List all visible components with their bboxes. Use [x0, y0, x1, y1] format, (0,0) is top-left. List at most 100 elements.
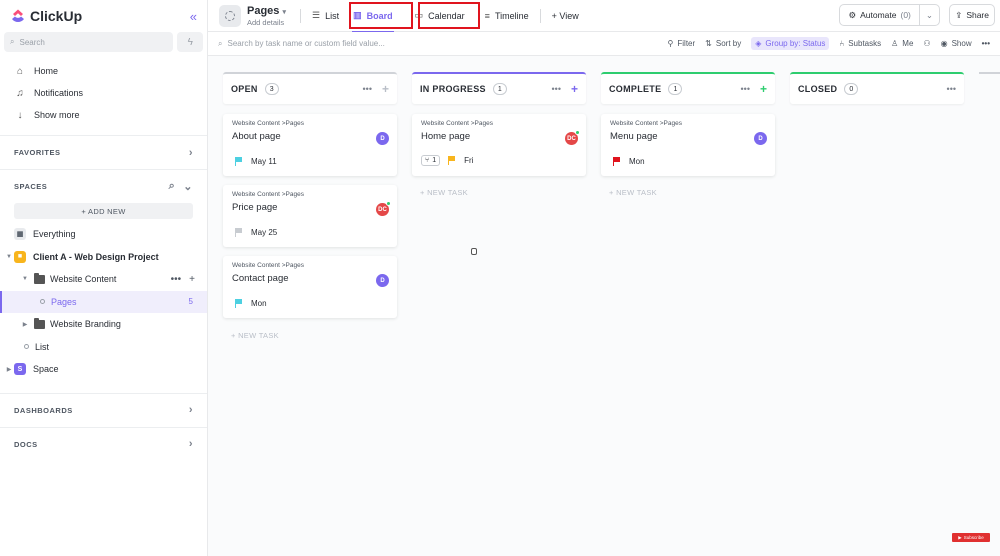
column-count: 0	[844, 83, 859, 95]
sort-button[interactable]: ⇅ Sort by	[705, 39, 741, 48]
plus-icon[interactable]: +	[382, 82, 389, 96]
filter-icon: ⚲	[667, 39, 674, 48]
task-title: About page	[232, 131, 281, 142]
list-title-block[interactable]: Pages ▾ Add details	[247, 5, 286, 27]
spaces-section[interactable]: SPACES ⌕ ⌄	[0, 169, 207, 203]
sidebar-item-space[interactable]: ▶ S Space	[0, 358, 207, 381]
show-button[interactable]: ◉ Show	[941, 39, 972, 48]
sidebar-item-home[interactable]: ⌂ Home	[0, 60, 207, 82]
priority-flag-icon[interactable]	[613, 157, 621, 166]
list-status-icon[interactable]	[219, 4, 241, 27]
collapse-sidebar-icon[interactable]: «	[190, 9, 197, 24]
me-button[interactable]: ♙ Me	[891, 39, 913, 48]
sidebar-item-label: Client A - Web Design Project	[33, 251, 159, 262]
due-date[interactable]: Fri	[464, 156, 473, 165]
plus-icon[interactable]: +	[760, 82, 767, 96]
chevron-right-icon[interactable]: ›	[189, 438, 193, 450]
sidebar-item-folder-website-content[interactable]: ▼ Website Content ••• +	[0, 268, 207, 291]
group-by-button[interactable]: ◈ Group by: Status	[751, 37, 830, 50]
avatar[interactable]: DC	[376, 201, 391, 216]
task-breadcrumb: Website Content >Pages	[232, 262, 304, 269]
new-task-button[interactable]: + NEW TASK	[609, 188, 657, 197]
bell-icon: ♫	[16, 87, 24, 99]
sidebar-item-list[interactable]: List	[0, 336, 207, 359]
sidebar-item-space-client-a[interactable]: ▼ ■ Client A - Web Design Project	[0, 246, 207, 269]
due-date[interactable]: May 11	[251, 157, 277, 166]
sidebar-search-input[interactable]: ⌕ Search	[4, 32, 174, 52]
task-card[interactable]: Website Content >Pages About page D May …	[223, 114, 397, 176]
due-date[interactable]: Mon	[251, 299, 267, 308]
task-card[interactable]: Website Content >Pages Contact page D Mo…	[223, 256, 397, 318]
priority-flag-icon[interactable]	[235, 157, 243, 166]
avatar[interactable]: D	[376, 274, 389, 287]
column-header[interactable]: OPEN 3 ••• +	[223, 72, 397, 104]
new-task-button[interactable]: + NEW TASK	[420, 188, 468, 197]
chevron-right-icon[interactable]: ›	[189, 404, 193, 416]
more-icon[interactable]: •••	[947, 84, 956, 94]
chevron-down-icon[interactable]: ⌄	[920, 10, 939, 21]
new-task-button[interactable]: + NEW TASK	[231, 331, 279, 340]
sidebar-item-show-more[interactable]: ↓ Show more	[0, 104, 207, 126]
dashboards-section[interactable]: DASHBOARDS ›	[0, 392, 207, 427]
caret-down-icon[interactable]: ▼	[4, 254, 14, 260]
priority-flag-icon[interactable]	[235, 228, 243, 237]
tab-list[interactable]: ☰ List	[307, 0, 344, 32]
share-button[interactable]: ⇪ Share	[949, 4, 995, 26]
column-header[interactable]: CLOSED 0 •••	[790, 72, 964, 104]
column-header[interactable]: COMPLETE 1 ••• +	[601, 72, 775, 104]
plus-icon[interactable]: +	[571, 82, 578, 96]
due-date[interactable]: May 25	[251, 228, 277, 237]
docs-section[interactable]: DOCS ›	[0, 426, 207, 461]
caret-right-icon[interactable]: ▶	[20, 321, 30, 328]
task-card[interactable]: Website Content >Pages Home page DC ⑂ 1 F…	[412, 114, 586, 176]
plus-icon[interactable]: +	[189, 274, 195, 285]
priority-flag-icon[interactable]	[448, 156, 456, 165]
subtasks-button[interactable]: ⑃ Subtasks	[839, 39, 881, 48]
add-details-link[interactable]: Add details	[247, 18, 286, 27]
clickup-logo-icon[interactable]	[10, 8, 26, 24]
priority-flag-icon[interactable]	[235, 299, 243, 308]
sidebar-item-list-pages[interactable]: Pages 5	[0, 290, 207, 313]
column-header[interactable]: IN PROGRESS 1 ••• +	[412, 72, 586, 104]
group-label: Group by: Status	[765, 39, 826, 48]
more-icon[interactable]: •••	[741, 84, 750, 94]
chevron-down-icon[interactable]: ⌄	[183, 180, 193, 193]
sidebar: ClickUp « ⌕ Search ϟ ⌂ Home ♫ Notificati…	[0, 0, 208, 556]
divider	[539, 8, 541, 23]
sidebar-item-folder-website-branding[interactable]: ▶ Website Branding	[0, 313, 207, 336]
search-spaces-icon[interactable]: ⌕	[169, 180, 176, 193]
robot-icon: ⚙	[848, 9, 857, 20]
caret-right-icon[interactable]: ▶	[4, 366, 14, 373]
add-new-space-button[interactable]: + ADD NEW	[14, 203, 193, 219]
more-icon[interactable]: •••	[982, 39, 990, 48]
caret-down-icon[interactable]: ▼	[20, 276, 30, 282]
favorites-label: FAVORITES	[14, 148, 61, 157]
subtask-count[interactable]: ⑂ 1	[421, 155, 441, 166]
avatar[interactable]: DC	[565, 130, 580, 145]
list-dot-icon	[24, 344, 29, 350]
filter-button[interactable]: ⚲ Filter	[668, 39, 696, 48]
more-icon[interactable]: •••	[363, 84, 372, 94]
chevron-right-icon[interactable]: ›	[189, 147, 193, 159]
avatar[interactable]: D	[754, 132, 767, 145]
more-icon[interactable]: •••	[552, 84, 561, 94]
task-card[interactable]: Website Content >Pages Menu page D Mon	[601, 114, 775, 176]
task-breadcrumb: Website Content >Pages	[232, 120, 304, 127]
task-card[interactable]: Website Content >Pages Price page DC May…	[223, 185, 397, 247]
sidebar-item-everything[interactable]: ▦ Everything	[0, 223, 207, 246]
add-view-button[interactable]: + View	[547, 0, 584, 32]
tab-timeline[interactable]: ≡ Timeline	[480, 0, 534, 32]
subscribe-badge[interactable]: ▶ Subscribe	[952, 533, 990, 542]
task-search-input[interactable]: ⌕ Search by task name or custom field va…	[218, 39, 385, 49]
play-icon: ▶	[958, 534, 962, 540]
due-date[interactable]: Mon	[629, 157, 645, 166]
assignees-button[interactable]: ⚇	[923, 39, 930, 48]
sidebar-item-notifications[interactable]: ♫ Notifications	[0, 82, 207, 104]
automate-button[interactable]: ⚙ Automate (0) ⌄	[839, 4, 940, 26]
more-icon[interactable]: •••	[171, 274, 182, 285]
favorites-section[interactable]: FAVORITES ›	[0, 135, 207, 169]
avatar[interactable]: D	[376, 132, 389, 145]
automate-count: (0)	[900, 10, 911, 20]
chevron-down-icon[interactable]: ▾	[282, 9, 286, 16]
bolt-icon[interactable]: ϟ	[177, 32, 203, 52]
